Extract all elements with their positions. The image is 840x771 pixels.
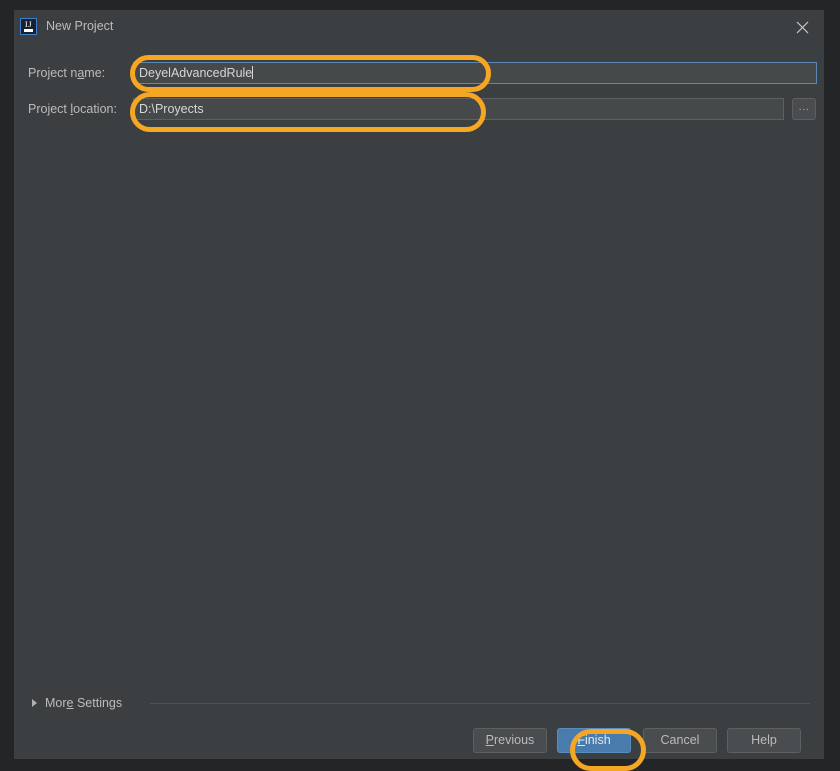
more-settings-label: More Settings <box>45 693 122 713</box>
browse-folder-button[interactable]: ... <box>792 98 816 120</box>
triangle-right-icon <box>32 699 37 707</box>
project-location-row: Project location: D:\Proyects ... <box>14 98 824 120</box>
project-name-label-pre: Project n <box>28 66 78 80</box>
previous-button[interactable]: Previous <box>473 728 547 753</box>
project-name-input-value: DeyelAdvancedRule <box>139 66 253 80</box>
more-settings-section[interactable]: More Settings <box>28 693 810 713</box>
section-separator <box>150 703 810 704</box>
project-name-label: Project name: <box>28 62 105 84</box>
project-location-input[interactable]: D:\Proyects <box>133 98 784 120</box>
window-frame-right <box>824 0 840 771</box>
more-settings-label-post: Settings <box>73 696 123 710</box>
project-name-row: Project name: DeyelAdvancedRule <box>14 62 824 84</box>
close-button[interactable] <box>784 14 820 40</box>
dialog-titlebar: IJ New Project <box>14 10 824 42</box>
cancel-button-label: Cancel <box>660 733 700 747</box>
cancel-button[interactable]: Cancel <box>643 728 717 753</box>
finish-button[interactable]: Finish <box>557 728 631 753</box>
screen: IJ New Project Project name: DeyelAdvanc… <box>0 0 840 771</box>
dialog-title: New Project <box>46 19 114 33</box>
project-location-label: Project location: <box>28 98 117 120</box>
app-icon-label: IJ <box>24 19 33 29</box>
previous-button-label: revious <box>494 733 535 747</box>
help-button-label: Help <box>751 733 777 747</box>
close-icon <box>796 21 809 34</box>
finish-button-mnemonic: F <box>577 733 585 747</box>
app-icon-underline <box>24 29 33 32</box>
help-button[interactable]: Help <box>727 728 801 753</box>
window-frame-top <box>0 0 840 10</box>
window-frame-left <box>0 0 14 771</box>
window-frame-bottom <box>0 759 840 771</box>
new-project-dialog: IJ New Project Project name: DeyelAdvanc… <box>14 10 824 771</box>
project-name-input[interactable]: DeyelAdvancedRule <box>133 62 817 84</box>
ellipsis-icon: ... <box>798 101 810 113</box>
project-location-label-pre: Project <box>28 102 71 116</box>
project-location-label-post: ocation: <box>73 102 117 116</box>
text-caret <box>252 66 254 79</box>
previous-button-mnemonic: P <box>485 733 495 747</box>
finish-button-label: inish <box>584 733 611 747</box>
project-location-input-value: D:\Proyects <box>139 102 204 116</box>
intellij-idea-icon: IJ <box>20 18 37 35</box>
more-settings-label-pre: Mor <box>45 696 67 710</box>
project-name-label-post: me: <box>84 66 106 80</box>
